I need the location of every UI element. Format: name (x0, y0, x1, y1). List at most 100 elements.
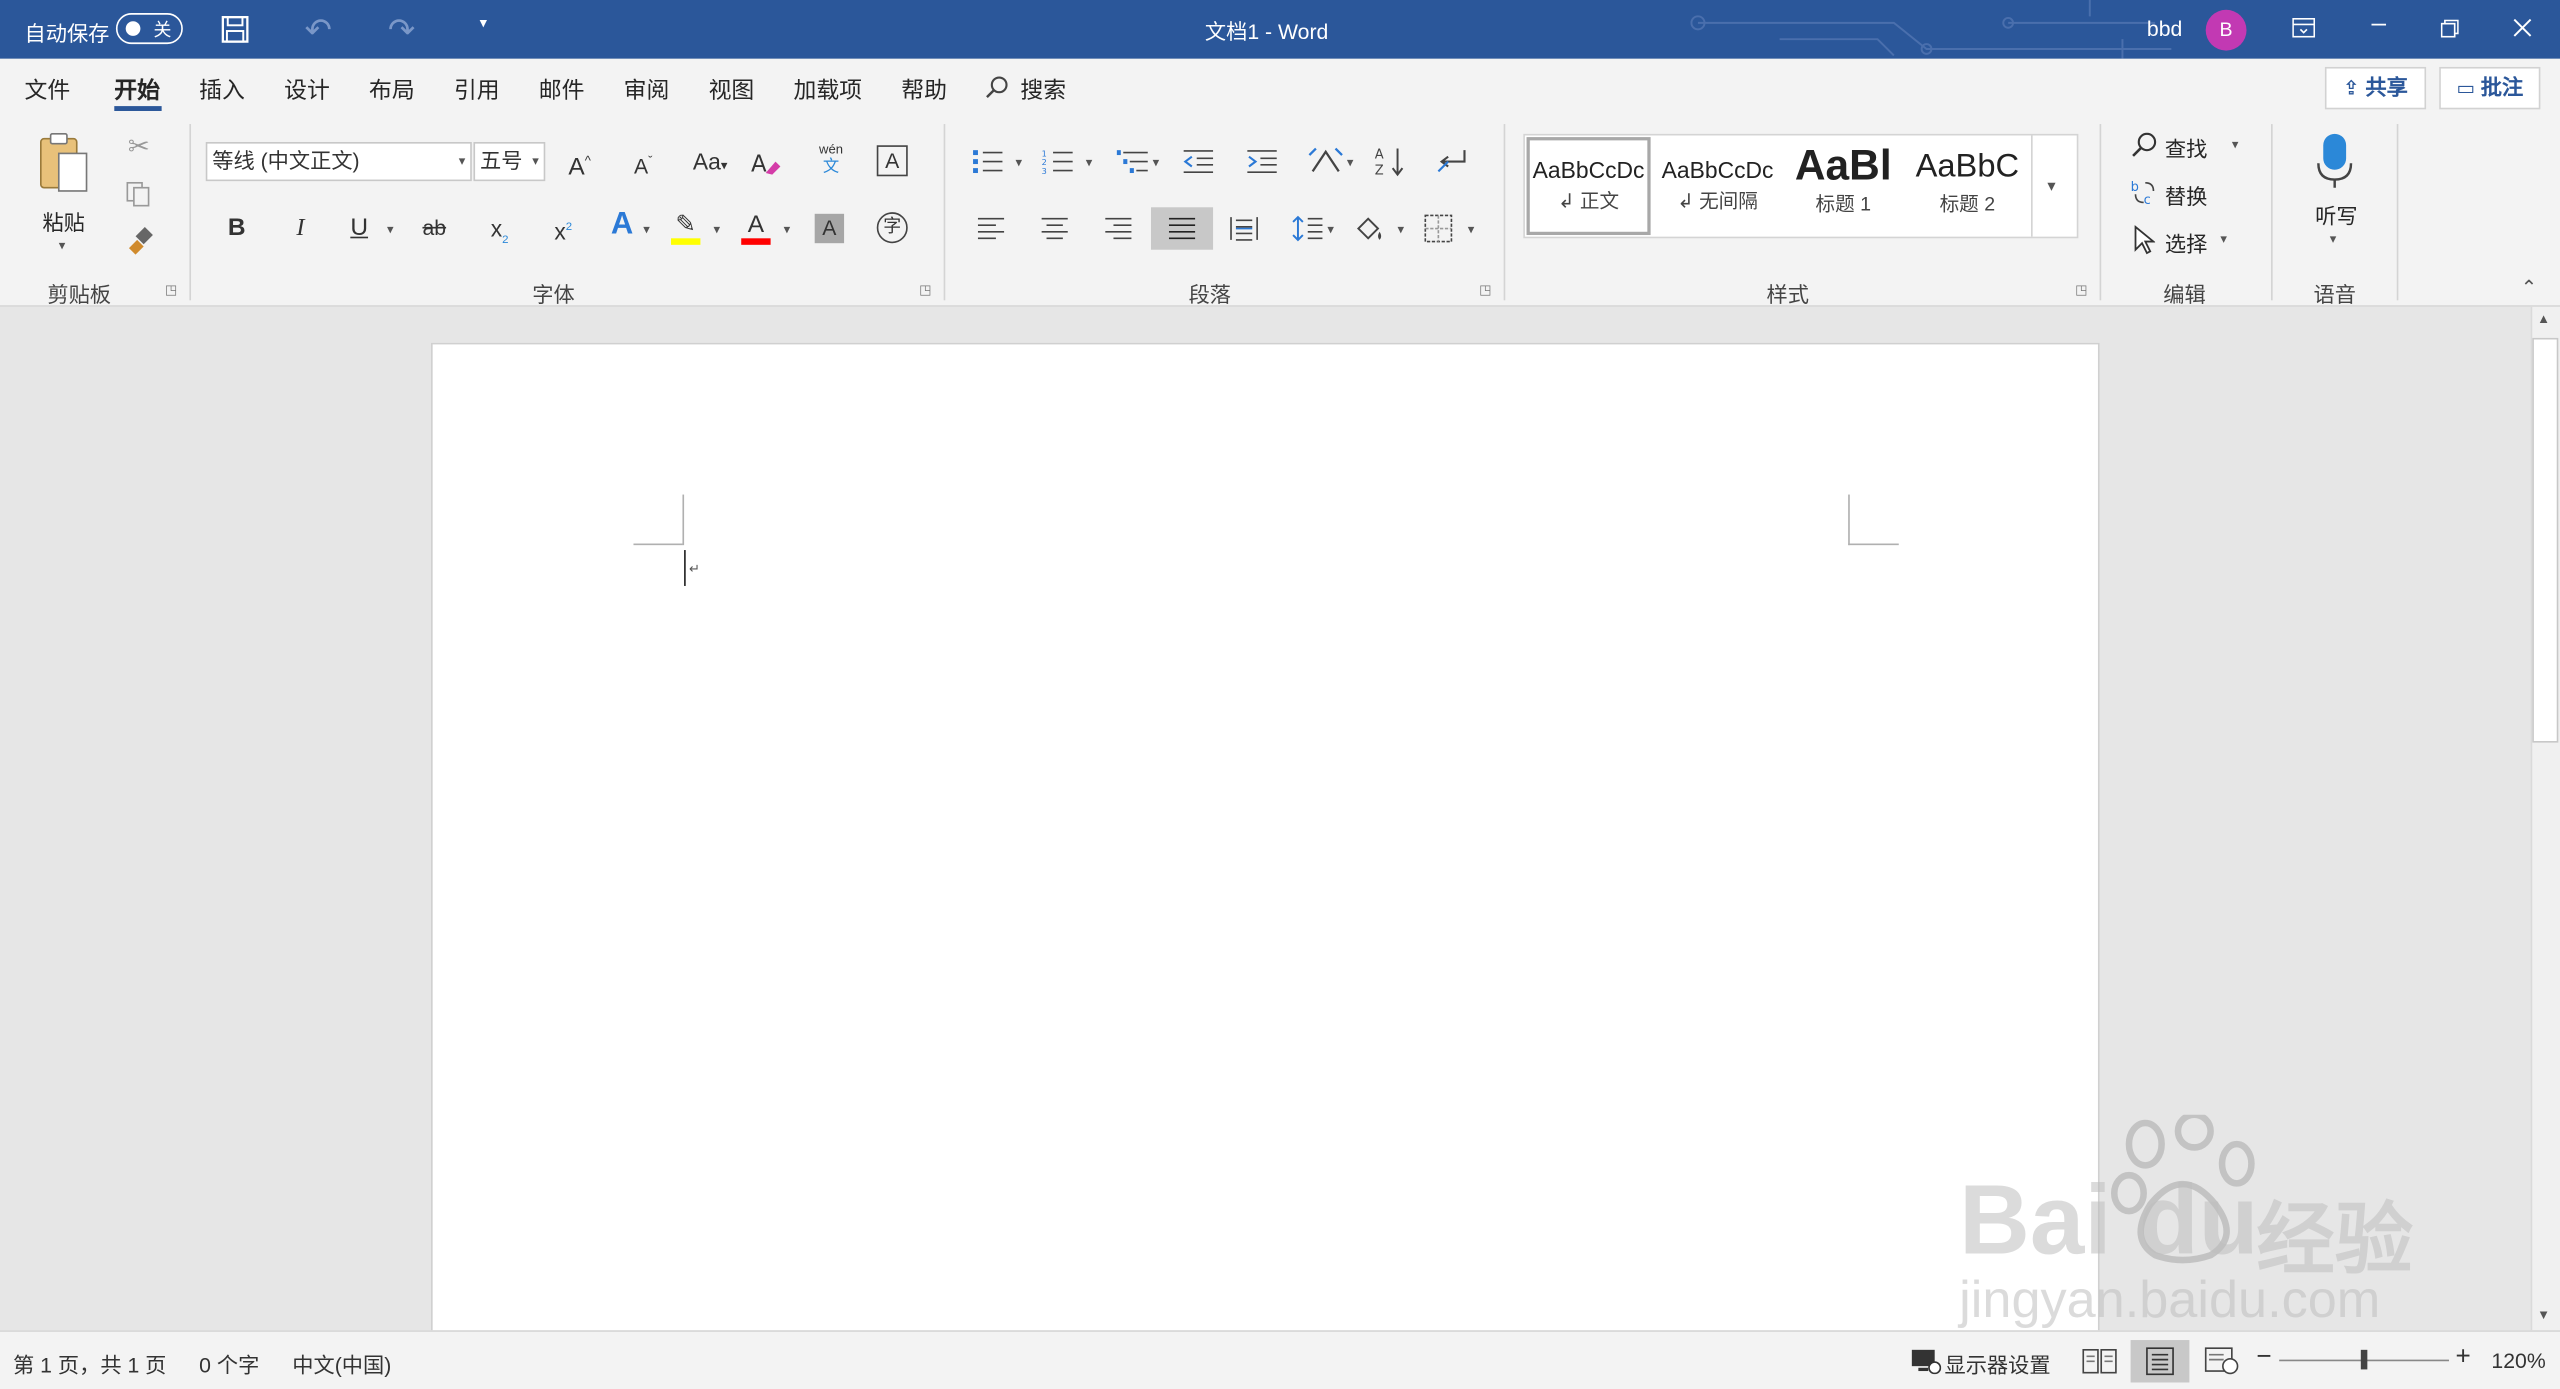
font-launcher-icon[interactable]: ◳ (919, 282, 931, 297)
line-spacing-icon[interactable] (1291, 214, 1324, 243)
paste-button[interactable]: 粘贴 ▾ (33, 127, 98, 261)
scroll-up-icon[interactable]: ▲ (2537, 312, 2550, 327)
font-color-button[interactable]: A (740, 211, 773, 247)
highlight-button[interactable]: ✎ (669, 211, 702, 247)
scroll-down-icon[interactable]: ▼ (2537, 1307, 2550, 1322)
subscript-button[interactable]: x2 (485, 214, 514, 256)
tab-mailings[interactable]: 邮件 (539, 73, 585, 106)
find-button[interactable]: 查找 ▾ (2131, 129, 2245, 162)
display-settings-button[interactable]: 显示器设置 (1910, 1345, 2060, 1378)
align-left-icon[interactable] (976, 215, 1005, 241)
superscript-button[interactable]: x2 (549, 214, 578, 246)
zoom-slider-thumb[interactable] (2360, 1349, 2368, 1370)
highlight-dropdown-icon[interactable]: ▾ (713, 222, 720, 237)
zoom-in-button[interactable]: + (2456, 1343, 2471, 1372)
zoom-out-button[interactable]: − (2256, 1343, 2271, 1372)
clear-formatting-icon[interactable]: A (749, 147, 782, 180)
multilevel-list-dropdown-icon[interactable]: ▾ (1153, 155, 1160, 170)
tab-file[interactable]: 文件 (24, 73, 70, 106)
ribbon-display-icon[interactable] (2292, 17, 2316, 38)
print-layout-button[interactable] (2130, 1340, 2190, 1383)
distributed-icon[interactable] (1229, 214, 1258, 243)
numbering-dropdown-icon[interactable]: ▾ (1086, 155, 1093, 170)
dictate-button[interactable]: 听写 ▾ (2302, 127, 2367, 261)
close-icon[interactable] (2513, 18, 2533, 38)
styles-launcher-icon[interactable]: ◳ (2075, 282, 2087, 297)
style-normal[interactable]: AaBbCcDc ↲ 正文 (1526, 137, 1651, 236)
comments-button[interactable]: ▭ 批注 (2439, 66, 2541, 110)
chinese-layout-icon[interactable] (1308, 145, 1344, 178)
minimize-icon[interactable]: – (2367, 10, 2390, 39)
bullets-icon[interactable] (971, 149, 1004, 175)
save-icon[interactable] (220, 15, 249, 44)
sort-icon[interactable]: A Z (1375, 145, 1408, 178)
select-button[interactable]: 选择 ▾ (2131, 224, 2235, 256)
numbering-icon[interactable]: 123 (1042, 149, 1075, 175)
zoom-level[interactable]: 120% (2491, 1348, 2545, 1372)
chinese-layout-dropdown-icon[interactable]: ▾ (1347, 155, 1354, 170)
character-border-icon[interactable]: A (876, 145, 908, 177)
style-heading-1[interactable]: AaBl 标题 1 (1781, 137, 1905, 235)
tab-insert[interactable]: 插入 (199, 73, 245, 106)
align-right-icon[interactable] (1104, 215, 1133, 241)
copy-icon[interactable] (124, 180, 153, 209)
restore-icon[interactable] (2440, 19, 2459, 38)
replace-button[interactable]: b c 替换 (2131, 176, 2229, 209)
cut-icon[interactable]: ✂ (124, 134, 153, 163)
tab-review[interactable]: 审阅 (624, 73, 670, 106)
page-count[interactable]: 第 1 页，共 1 页 (13, 1348, 166, 1379)
avatar[interactable]: B (2205, 9, 2247, 51)
underline-button[interactable]: U (346, 214, 372, 243)
shrink-font-icon[interactable]: Aˇ (627, 147, 660, 182)
show-formatting-marks-icon[interactable] (1435, 145, 1471, 178)
read-mode-icon[interactable] (2082, 1347, 2118, 1376)
collapse-ribbon-icon[interactable]: ⌃ (2521, 276, 2537, 299)
bullets-dropdown-icon[interactable]: ▾ (1016, 155, 1023, 170)
style-no-spacing[interactable]: AaBbCcDc ↲ 无间隔 (1656, 137, 1780, 235)
font-color-dropdown-icon[interactable]: ▾ (784, 222, 791, 237)
phonetic-guide-button[interactable]: wén 文 (813, 142, 849, 181)
language-indicator[interactable]: 中文(中国) (292, 1348, 391, 1379)
undo-icon[interactable]: ↶ (300, 10, 336, 51)
format-painter-icon[interactable] (124, 225, 153, 255)
tab-design[interactable]: 设计 (284, 73, 330, 106)
tab-layout[interactable]: 布局 (369, 73, 415, 106)
align-center-icon[interactable] (1040, 215, 1069, 241)
text-effects-dropdown-icon[interactable]: ▾ (643, 222, 650, 237)
borders-dropdown-icon[interactable]: ▾ (1468, 222, 1475, 237)
decrease-indent-icon[interactable] (1182, 149, 1215, 175)
user-name[interactable]: bbd (2147, 16, 2182, 40)
document-page[interactable]: ↵ (431, 342, 2100, 1389)
tab-addins[interactable]: 加载项 (793, 73, 862, 106)
customize-qat-icon[interactable]: ▾ (473, 15, 493, 33)
justify-button[interactable] (1151, 207, 1214, 250)
styles-more-icon[interactable]: ▾ (2047, 178, 2055, 196)
increase-indent-icon[interactable] (1246, 149, 1279, 175)
font-name-combo[interactable]: 等线 (中文正文) ▾ (205, 142, 472, 182)
borders-icon[interactable] (1424, 214, 1453, 243)
enclose-characters-icon[interactable]: 字 (876, 212, 908, 244)
tab-home[interactable]: 开始 (114, 73, 160, 106)
shading-dropdown-icon[interactable]: ▾ (1398, 222, 1405, 237)
tab-references[interactable]: 引用 (454, 73, 500, 106)
scrollbar-thumb[interactable] (2532, 337, 2559, 743)
clipboard-launcher-icon[interactable]: ◳ (165, 282, 177, 297)
word-count[interactable]: 0 个字 (199, 1348, 259, 1379)
web-layout-icon[interactable] (2204, 1347, 2240, 1376)
share-button[interactable]: ⇪ 共享 (2324, 66, 2427, 110)
change-case-icon[interactable]: Aa▾ (686, 147, 735, 181)
redo-icon[interactable]: ↷ (384, 10, 420, 51)
paragraph-launcher-icon[interactable]: ◳ (1479, 282, 1491, 297)
paste-dropdown-icon[interactable]: ▾ (59, 238, 66, 253)
shading-icon[interactable] (1353, 212, 1386, 245)
tab-help[interactable]: 帮助 (901, 73, 947, 106)
underline-dropdown-icon[interactable]: ▾ (387, 222, 394, 237)
multilevel-list-icon[interactable] (1116, 149, 1150, 175)
autosave-toggle[interactable]: 关 (115, 13, 183, 45)
bold-button[interactable]: B (224, 214, 250, 243)
italic-button[interactable]: I (287, 214, 313, 243)
style-heading-2[interactable]: AaBbC 标题 2 (1905, 137, 2029, 235)
character-shading-icon[interactable]: A (814, 213, 845, 244)
font-size-combo[interactable]: 五号 ▾ (473, 142, 546, 182)
strikethrough-button[interactable]: ab (418, 214, 451, 243)
